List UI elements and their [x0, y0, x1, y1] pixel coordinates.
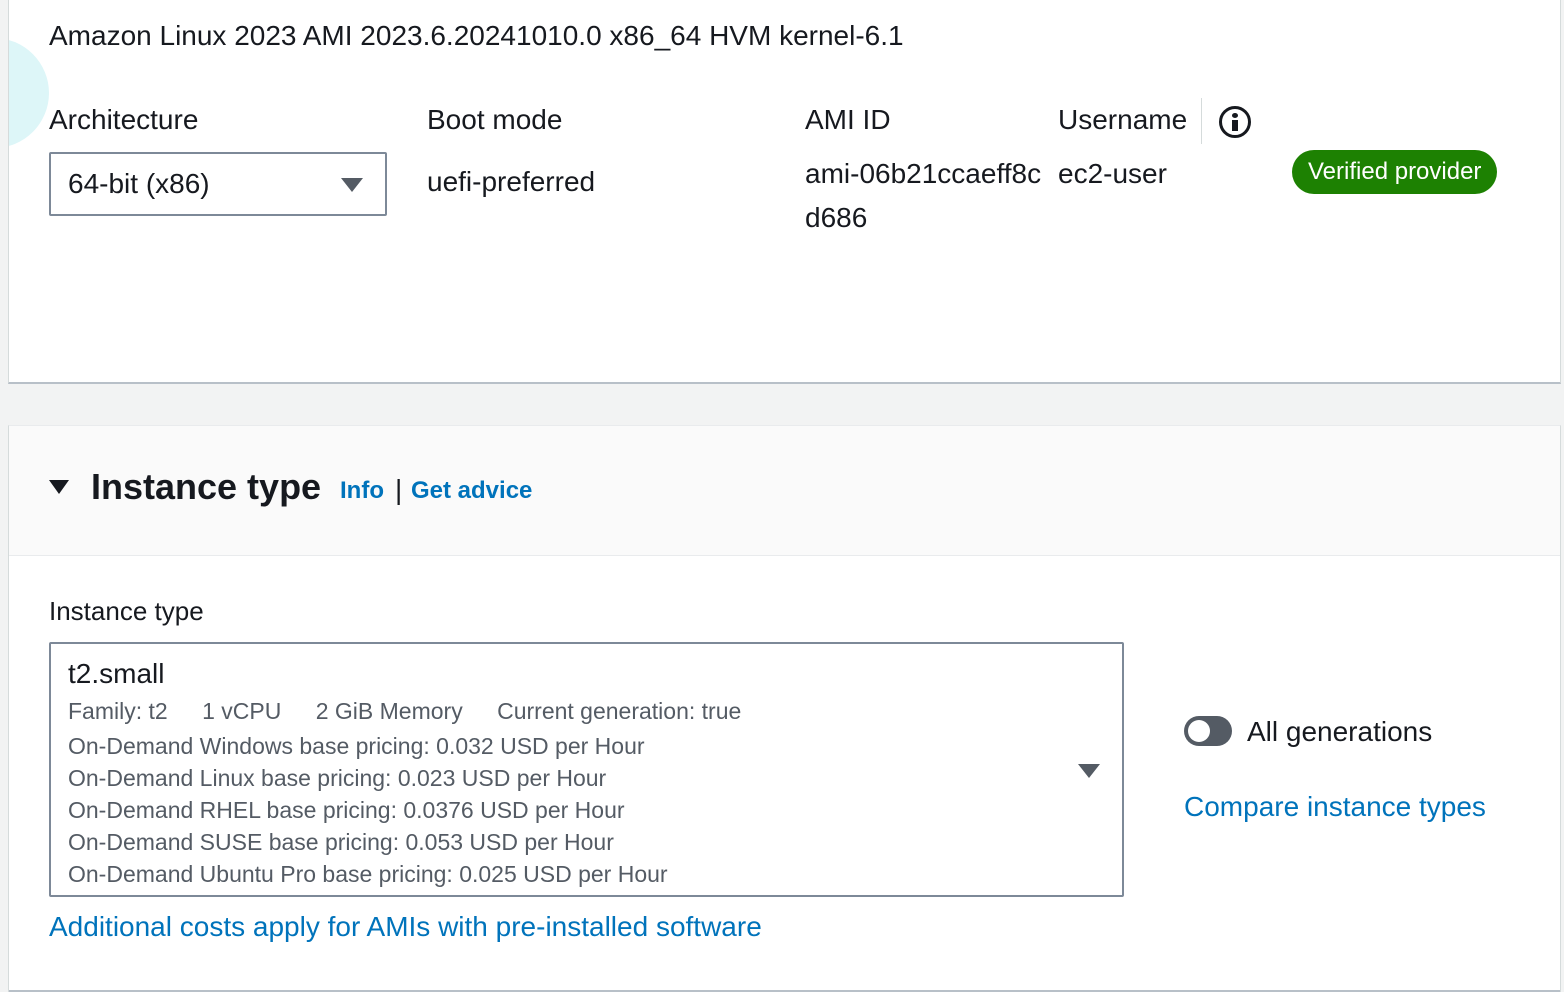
memory-tag: 2 GiB Memory: [315, 698, 463, 724]
instance-type-select[interactable]: t2.small Family: t2 1 vCPU 2 GiB Memory …: [49, 642, 1124, 897]
boot-mode-value: uefi-preferred: [427, 166, 596, 197]
all-generations-toggle[interactable]: [1184, 716, 1232, 746]
instance-type-tags: Family: t2 1 vCPU 2 GiB Memory Current g…: [68, 698, 769, 725]
info-link[interactable]: Info: [340, 477, 384, 505]
compare-instance-types-link[interactable]: Compare instance types: [1184, 791, 1486, 823]
architecture-select[interactable]: 64-bit (x86): [49, 152, 387, 216]
info-icon[interactable]: [1219, 106, 1251, 138]
username-label: Username: [1058, 104, 1188, 135]
architecture-value: 64-bit (x86): [68, 168, 210, 199]
pricing-list: On-Demand Windows base pricing: 0.032 US…: [68, 730, 668, 890]
info-icon-bar: [1232, 120, 1238, 131]
instance-type-card: Instance type Info | Get advice Instance…: [8, 425, 1561, 992]
decorative-circle: [9, 38, 49, 148]
instance-type-field-label: Instance type: [49, 596, 204, 626]
section-title: Instance type: [91, 466, 322, 507]
caret-down-icon: [1078, 764, 1100, 778]
link-separator: |: [395, 474, 403, 505]
divider: [1201, 98, 1202, 144]
pricing-linux: On-Demand Linux base pricing: 0.023 USD …: [68, 765, 607, 791]
generation-tag: Current generation: true: [497, 698, 742, 724]
pricing-rhel: On-Demand RHEL base pricing: 0.0376 USD …: [68, 797, 625, 823]
boot-mode-label: Boot mode: [427, 104, 563, 135]
additional-costs-link[interactable]: Additional costs apply for AMIs with pre…: [49, 911, 762, 943]
ami-id-value: ami-06b21ccaeff8cd686: [805, 158, 1042, 233]
collapse-caret-icon[interactable]: [49, 480, 69, 494]
toggle-knob: [1188, 720, 1210, 742]
vcpu-tag: 1 vCPU: [202, 698, 282, 724]
pricing-ubuntu-pro: On-Demand Ubuntu Pro base pricing: 0.025…: [68, 861, 668, 887]
get-advice-link[interactable]: Get advice: [411, 477, 532, 505]
caret-down-icon: [341, 178, 363, 192]
pricing-suse: On-Demand SUSE base pricing: 0.053 USD p…: [68, 829, 614, 855]
ami-title: Amazon Linux 2023 AMI 2023.6.20241010.0 …: [49, 20, 904, 51]
ami-details-card: Amazon Linux 2023 AMI 2023.6.20241010.0 …: [8, 0, 1561, 384]
instance-type-name: t2.small: [68, 658, 165, 689]
all-generations-label: All generations: [1247, 716, 1433, 747]
pricing-windows: On-Demand Windows base pricing: 0.032 US…: [68, 733, 645, 759]
info-icon-dot: [1232, 113, 1238, 118]
architecture-label: Architecture: [49, 104, 199, 135]
ami-id-label: AMI ID: [805, 104, 891, 135]
username-value: ec2-user: [1058, 158, 1167, 189]
family-tag: Family: t2: [68, 698, 168, 724]
instance-type-header: Instance type Info | Get advice: [9, 426, 1560, 556]
verified-provider-badge: Verified provider: [1292, 150, 1498, 194]
